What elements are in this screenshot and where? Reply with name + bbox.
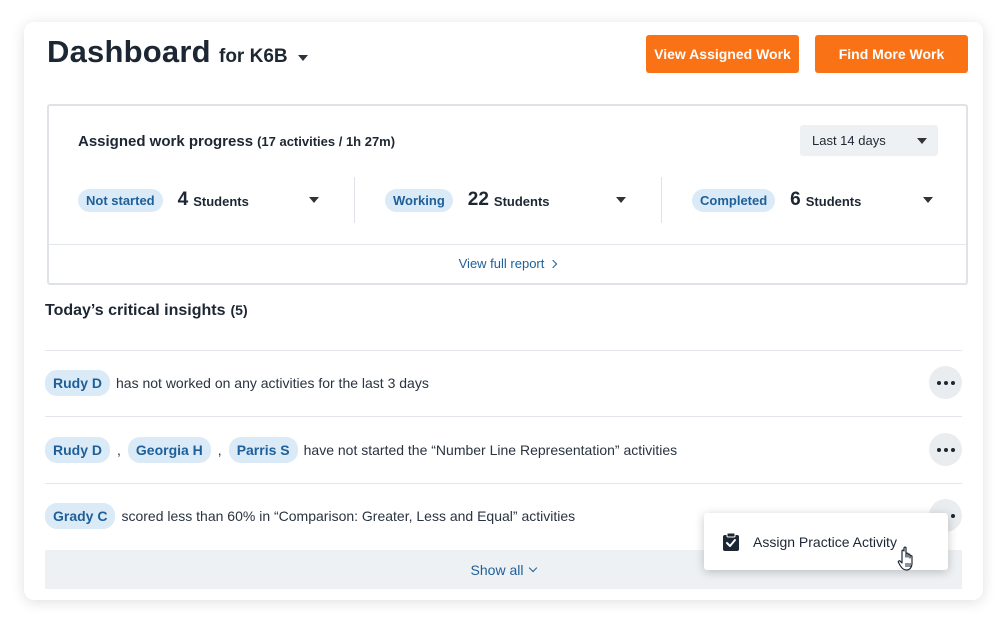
stat-unit: Students <box>493 194 550 209</box>
status-badge-working: Working <box>385 188 453 212</box>
view-full-report-link[interactable]: View full report <box>49 256 966 271</box>
more-icon <box>936 447 955 452</box>
date-range-select[interactable]: Last 14 days <box>800 125 938 156</box>
divider <box>49 244 966 245</box>
status-badge-completed: Completed <box>692 188 776 212</box>
hand-pointer-icon <box>897 546 913 571</box>
name-separator: , <box>117 442 121 458</box>
class-selector[interactable]: for K6B <box>219 46 308 68</box>
caret-down-icon <box>923 197 933 203</box>
stat-completed[interactable]: Completed 6 Students <box>692 182 933 218</box>
page-title: Dashboard <box>47 34 211 69</box>
status-badge-not-started: Not started <box>78 188 163 212</box>
view-full-report-label: View full report <box>458 256 545 271</box>
divider <box>354 177 355 223</box>
stat-working[interactable]: Working 22 Students <box>385 182 626 218</box>
view-assigned-work-button[interactable]: View Assigned Work <box>646 35 799 73</box>
clipboard-check-icon <box>723 532 739 551</box>
student-chip[interactable]: Parris S <box>228 437 298 463</box>
progress-title-text: Assigned work progress <box>78 133 254 150</box>
list-item: Rudy D has not worked on any activities … <box>45 366 962 399</box>
divider <box>661 177 662 223</box>
insight-text: scored less than 60% in “Comparison: Gre… <box>121 508 576 524</box>
divider <box>45 350 962 351</box>
stat-count: 22 <box>467 189 489 210</box>
caret-down-icon <box>917 137 927 144</box>
divider <box>45 416 962 417</box>
stat-count: 4 <box>177 189 189 210</box>
insights-title-text: Today’s critical insights <box>45 302 226 319</box>
insight-text: have not started the “Number Line Repres… <box>303 442 678 458</box>
class-selector-label: for K6B <box>219 46 288 67</box>
stat-unit: Students <box>193 194 249 209</box>
assign-practice-label: Assign Practice Activity <box>753 533 897 550</box>
list-item: Rudy D , Georgia H , Parris S have not s… <box>45 433 962 466</box>
show-all-label: Show all <box>470 561 524 578</box>
caret-down-icon <box>309 197 319 203</box>
stat-not-started[interactable]: Not started 4 Students <box>78 182 319 218</box>
student-chip[interactable]: Rudy D <box>45 370 110 396</box>
insight-text: has not worked on any activities for the… <box>116 375 429 391</box>
insights-title: Today’s critical insights (5) <box>45 302 248 320</box>
student-chip[interactable]: Rudy D <box>45 437 110 463</box>
chevron-down-icon <box>529 563 538 573</box>
more-options-button[interactable] <box>929 433 962 466</box>
caret-down-icon <box>616 197 626 203</box>
progress-title: Assigned work progress (17 activities / 1… <box>78 133 395 150</box>
chevron-right-icon <box>549 259 558 269</box>
divider <box>45 483 962 484</box>
more-options-button[interactable] <box>929 366 962 399</box>
stat-count: 6 <box>790 189 801 210</box>
student-chip[interactable]: Grady C <box>45 503 116 529</box>
name-separator: , <box>217 442 222 458</box>
find-more-work-button[interactable]: Find More Work <box>815 35 968 73</box>
more-icon <box>936 380 955 385</box>
insights-count: (5) <box>230 302 248 318</box>
stat-unit: Students <box>805 194 862 209</box>
caret-down-icon <box>297 55 308 61</box>
student-chip[interactable]: Georgia H <box>127 437 211 463</box>
progress-summary: (17 activities / 1h 27m) <box>257 134 396 149</box>
assigned-work-progress-panel: Assigned work progress (17 activities / 1… <box>47 104 968 285</box>
date-range-value: Last 14 days <box>812 133 886 148</box>
